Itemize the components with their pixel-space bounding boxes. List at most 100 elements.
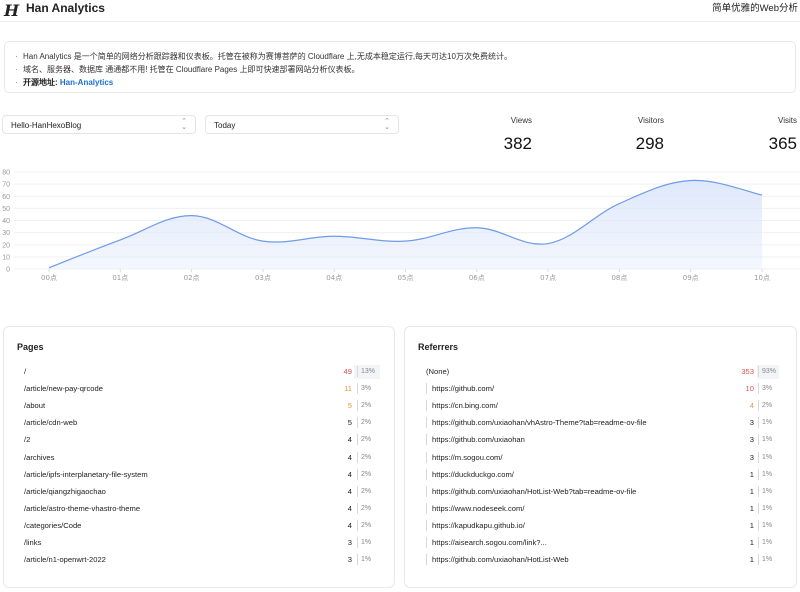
indent-line [426, 451, 427, 463]
visitors-label: Visitors [637, 116, 664, 125]
referrer-source[interactable]: https://github.com/uxiaohan [432, 435, 525, 444]
page-path[interactable]: /links [24, 538, 41, 547]
referrer-source[interactable]: https://github.com/uxiaohan/HotList-Web [432, 555, 569, 564]
views-stat: Views 382 [452, 116, 532, 154]
x-tick-label: 07点 [540, 274, 556, 282]
page-path[interactable]: /2 [24, 435, 30, 444]
referrer-row[interactable]: https://www.nodeseek.com/1 1% [405, 501, 796, 518]
referrer-percent: 1% [758, 537, 772, 548]
indent-line [426, 537, 427, 548]
page-count: 4 [347, 435, 352, 445]
page-percent: 13% [357, 366, 375, 377]
referrer-count: 1 [749, 469, 754, 479]
source-link[interactable]: Han-Analytics [60, 78, 113, 87]
visits-stat: Visits 365 [717, 116, 797, 154]
notice-text-1: Han Analytics 是一个简单的网络分析跟踪器和仪表板。托管在被称为赛博… [23, 52, 512, 61]
page-percent: 2% [357, 519, 371, 531]
page-path[interactable]: /about [24, 401, 45, 410]
visits-label: Visits [778, 116, 797, 125]
y-tick-label: 40 [2, 218, 10, 225]
y-tick-label: 80 [2, 170, 10, 177]
page-row[interactable]: /article/new-pay-qrcode 11 3% [4, 381, 394, 398]
logo-icon[interactable]: H [4, 1, 19, 20]
page-row[interactable]: / 49 13% [4, 364, 394, 381]
referrer-row[interactable]: https://duckduckgo.com/1 1% [405, 467, 796, 484]
referrer-source[interactable]: https://github.com/uxiaohan/vhAstro-Them… [432, 418, 647, 427]
page-count: 3 [347, 555, 352, 565]
referrer-source[interactable]: (None) [426, 367, 449, 376]
referrer-row[interactable]: https://github.com/uxiaohan/vhAstro-Them… [405, 415, 796, 432]
range-select[interactable]: Today ⌃ ⌄ [205, 115, 399, 134]
referrer-row[interactable]: (None) 353 93% [405, 364, 796, 381]
x-tick-label: 09点 [683, 274, 699, 282]
referrer-percent: 1% [758, 519, 772, 531]
page-row[interactable]: /archives 4 2% [4, 450, 394, 467]
indent-line [426, 485, 427, 497]
notice-line-1: · Han Analytics 是一个简单的网络分析跟踪器和仪表板。托管在被称为赛… [15, 52, 512, 61]
notice-line-3: · 开源地址: Han-Analytics [15, 78, 114, 87]
referrer-percent: 93% [758, 366, 776, 377]
views-value: 382 [503, 134, 532, 153]
page-count: 4 [347, 486, 352, 496]
referrer-count: 10 [745, 384, 754, 394]
page-row[interactable]: /article/qiangzhigaochao 4 2% [4, 484, 394, 501]
indent-line [426, 417, 427, 429]
referrer-source[interactable]: https://duckduckgo.com/ [432, 470, 514, 479]
referrer-source[interactable]: https://m.sogou.com/ [432, 453, 502, 462]
referrer-percent: 2% [758, 400, 772, 412]
referrer-source[interactable]: https://www.nodeseek.com/ [432, 504, 524, 513]
referrer-source[interactable]: https://github.com/uxiaohan/HotList-Web?… [432, 487, 636, 496]
site-select-value: Hello-HanHexoBlog [11, 121, 82, 130]
page-percent: 2% [357, 400, 371, 412]
referrer-percent: 1% [758, 554, 772, 566]
page-row[interactable]: /article/n1-openwrt-2022 3 1% [4, 552, 394, 569]
referrer-row[interactable]: https://github.com/uxiaohan 3 1% [405, 432, 796, 449]
page-path[interactable]: /archives [24, 453, 54, 462]
page-row[interactable]: /categories/Code 4 2% [4, 518, 394, 535]
visitors-value: 298 [635, 134, 664, 153]
page-row[interactable]: /article/ipfs-interplanetary-file-system… [4, 467, 394, 484]
site-select[interactable]: Hello-HanHexoBlog ⌃ ⌄ [2, 115, 196, 134]
visitors-stat: Visitors 298 [584, 116, 664, 154]
page-path[interactable]: /article/ipfs-interplanetary-file-system [24, 470, 148, 479]
page-path[interactable]: /article/new-pay-qrcode [24, 384, 103, 393]
page-percent: 2% [357, 417, 371, 429]
page-path[interactable]: / [24, 367, 26, 376]
page-percent: 2% [357, 485, 371, 497]
page-path[interactable]: /article/n1-openwrt-2022 [24, 555, 106, 564]
page-row[interactable]: /about 5 2% [4, 398, 394, 415]
page-path[interactable]: /article/qiangzhigaochao [24, 487, 106, 496]
page-count: 3 [347, 538, 352, 547]
top-bar: H Han Analytics 简单优雅的Web分析 [0, 0, 800, 22]
referrer-row[interactable]: https://m.sogou.com/3 1% [405, 450, 796, 467]
referrer-row[interactable]: https://github.com/uxiaohan/HotList-Web 1… [405, 552, 796, 569]
page-path[interactable]: /article/cdn-web [24, 418, 77, 427]
referrer-percent: 1% [758, 434, 772, 446]
referrer-row[interactable]: https://cn.bing.com/4 2% [405, 398, 796, 415]
indent-line [426, 434, 427, 446]
indent-line [426, 554, 427, 566]
referrer-source[interactable]: https://github.com/ [432, 384, 494, 393]
y-tick-label: 70 [2, 182, 10, 189]
app-title[interactable]: Han Analytics [26, 1, 105, 15]
referrer-source[interactable]: https://kapudkapu.github.io/ [432, 521, 525, 530]
page-row[interactable]: /links 3 1% [4, 535, 394, 552]
referrer-source[interactable]: https://cn.bing.com/ [432, 401, 498, 410]
referrer-count: 353 [741, 367, 754, 376]
referrer-source[interactable]: https://aisearch.sogou.com/link?... [432, 538, 547, 547]
referrer-percent: 1% [758, 451, 772, 463]
page-row[interactable]: /article/astro-theme-vhastro-theme 4 2% [4, 501, 394, 518]
chevron-updown-icon: ⌃ ⌄ [181, 118, 187, 131]
page-row[interactable]: /article/cdn-web 5 2% [4, 415, 394, 432]
page-row[interactable]: /2 4 2% [4, 432, 394, 449]
referrer-row[interactable]: https://github.com/10 3% [405, 381, 796, 398]
indent-line [426, 502, 427, 514]
y-tick-label: 0 [6, 267, 10, 274]
page-path[interactable]: /article/astro-theme-vhastro-theme [24, 504, 140, 513]
referrer-row[interactable]: https://kapudkapu.github.io/1 1% [405, 518, 796, 535]
page-path[interactable]: /categories/Code [24, 521, 81, 530]
page-count: 4 [347, 520, 352, 530]
referrer-row[interactable]: https://aisearch.sogou.com/link?... 1 1% [405, 535, 796, 552]
indent-line [426, 519, 427, 531]
referrer-row[interactable]: https://github.com/uxiaohan/HotList-Web?… [405, 484, 796, 501]
